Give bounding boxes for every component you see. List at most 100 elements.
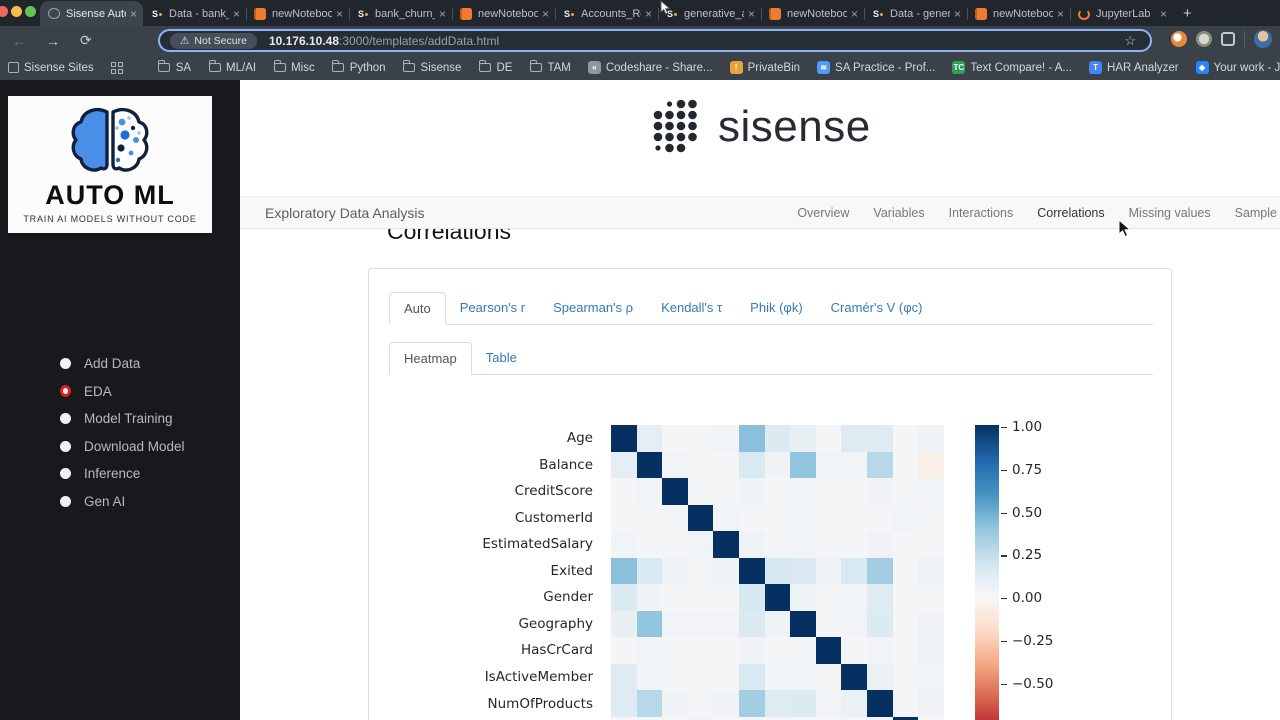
sidebar-item-label: EDA bbox=[84, 383, 112, 399]
new-tab-button[interactable]: + bbox=[1183, 5, 1192, 22]
bookmark-item[interactable]: « Codeshare - Share... bbox=[587, 61, 713, 74]
globe-favicon bbox=[48, 8, 60, 19]
browser-tab[interactable]: S Data - generat × bbox=[864, 2, 967, 26]
url-text[interactable]: 10.176.10.48:3000/templates/addData.html bbox=[269, 34, 499, 48]
browser-toolbar: ← → ⟳ ⚠ Not Secure 10.176.10.48:3000/tem… bbox=[0, 26, 1280, 55]
bookmark-item[interactable]: ML/AI bbox=[208, 60, 256, 74]
eda-navbar-brand[interactable]: Exploratory Data Analysis bbox=[265, 205, 425, 221]
forward-icon[interactable]: → bbox=[46, 33, 60, 49]
bookmark-item[interactable]: TAM bbox=[529, 60, 571, 74]
tab-heatmap[interactable]: Heatmap bbox=[389, 342, 472, 375]
tab-separator bbox=[246, 8, 247, 20]
browser-tab[interactable]: newNotebook × bbox=[967, 2, 1070, 26]
tab-auto[interactable]: Auto bbox=[389, 292, 446, 325]
sisense-favicon: S bbox=[563, 8, 575, 20]
bookmark-item[interactable] bbox=[111, 61, 124, 74]
profile-avatar[interactable] bbox=[1254, 30, 1272, 48]
bookmark-label: TAM bbox=[547, 61, 571, 74]
folder-icon bbox=[403, 60, 416, 74]
tab-close-icon[interactable]: × bbox=[233, 7, 240, 21]
back-icon[interactable]: ← bbox=[12, 33, 26, 49]
tab-close-icon[interactable]: × bbox=[645, 7, 652, 21]
folder-icon bbox=[208, 60, 221, 74]
address-bar[interactable]: ⚠ Not Secure 10.176.10.48:3000/templates… bbox=[158, 29, 1152, 52]
tab-spearman-s-[interactable]: Spearman's ρ bbox=[539, 292, 647, 325]
reload-icon[interactable]: ⟳ bbox=[80, 32, 92, 49]
browser-tab[interactable]: Sisense AutoM × bbox=[40, 1, 143, 26]
tab-kendall-s-[interactable]: Kendall's τ bbox=[647, 292, 736, 325]
bookmark-item[interactable]: Misc bbox=[273, 60, 315, 74]
tab-close-icon[interactable]: × bbox=[542, 7, 549, 21]
tab-close-icon[interactable]: × bbox=[748, 7, 755, 21]
sisense-favicon: S bbox=[357, 8, 369, 20]
browser-tab[interactable]: Sbank_churn_b × bbox=[349, 2, 452, 26]
tab-close-icon[interactable]: × bbox=[439, 7, 446, 21]
codeshare-icon: « bbox=[587, 61, 601, 74]
bookmark-item[interactable]: T HAR Analyzer bbox=[1089, 61, 1179, 74]
sidebar-item-label: Model Training bbox=[84, 411, 173, 427]
close-window-button[interactable] bbox=[0, 6, 8, 17]
nav-link-variables[interactable]: Variables bbox=[873, 206, 924, 220]
not-secure-label: Not Secure bbox=[194, 34, 247, 47]
browser-tab[interactable]: Sgenerative_ai × bbox=[658, 2, 761, 26]
har-icon: T bbox=[1089, 61, 1103, 74]
tab-pearson-s-r[interactable]: Pearson's r bbox=[446, 292, 539, 325]
nav-link-correlations[interactable]: Correlations bbox=[1037, 206, 1104, 220]
tab-label: Data - generat bbox=[890, 8, 950, 20]
nav-link-interactions[interactable]: Interactions bbox=[949, 206, 1014, 220]
sidebar-item-add-data[interactable]: Add Data bbox=[0, 350, 240, 378]
tab-separator bbox=[1070, 8, 1071, 20]
tab-table[interactable]: Table bbox=[472, 342, 531, 375]
tab-close-icon[interactable]: × bbox=[954, 7, 961, 21]
jira-icon: ◆ bbox=[1195, 61, 1209, 74]
toolbar-divider bbox=[1244, 31, 1245, 47]
folder-icon bbox=[332, 60, 345, 74]
not-secure-badge[interactable]: ⚠ Not Secure bbox=[170, 32, 257, 49]
extension-icon[interactable] bbox=[1171, 31, 1187, 47]
nav-link-overview[interactable]: Overview bbox=[797, 206, 849, 220]
bookmark-item[interactable]: Sisense Sites bbox=[8, 62, 94, 74]
tab-label: JupyterLab bbox=[1096, 8, 1151, 20]
bookmark-item[interactable]: Sisense bbox=[403, 60, 461, 74]
zoom-window-button[interactable] bbox=[25, 6, 36, 17]
sidebar-item-eda[interactable]: EDA bbox=[0, 378, 240, 406]
minimize-window-button[interactable] bbox=[11, 6, 22, 17]
bookmark-star-icon[interactable]: ☆ bbox=[1124, 33, 1136, 49]
browser-tab[interactable]: newNotebook × bbox=[246, 2, 349, 26]
tab-close-icon[interactable]: × bbox=[336, 7, 343, 21]
tab-phik-k-[interactable]: Phik (φk) bbox=[736, 292, 817, 325]
nav-link-missing-values[interactable]: Missing values bbox=[1129, 206, 1211, 220]
extensions-menu-icon[interactable] bbox=[1221, 32, 1235, 46]
browser-tab[interactable]: newNotebook × bbox=[761, 2, 864, 26]
bookmark-item[interactable]: Python bbox=[332, 60, 386, 74]
correlations-card: Auto Pearson's r Spearman's ρ Kendall's τ Ph… bbox=[368, 268, 1172, 720]
bookmark-item[interactable]: TC Text Compare! - A... bbox=[952, 61, 1072, 74]
sidebar-item-model-training[interactable]: Model Training bbox=[0, 405, 240, 433]
tab-close-icon[interactable]: × bbox=[1057, 7, 1064, 21]
tab-close-icon[interactable]: × bbox=[851, 7, 858, 21]
tab-label: newNotebook bbox=[272, 8, 332, 20]
browser-tab[interactable]: S Accounts_Re × bbox=[555, 2, 658, 26]
automl-sidebar: AUTO ML TRAIN AI MODELS WITHOUT CODE Add… bbox=[0, 80, 240, 720]
tab-cram-r-s-v-c-[interactable]: Cramér's V (φc) bbox=[817, 292, 937, 325]
browser-tab[interactable]: newNotebook × bbox=[452, 2, 555, 26]
browser-tab[interactable]: JupyterLab × bbox=[1070, 2, 1173, 26]
browser-tabs: Sisense AutoM×SData - bank_c× newNotebook… bbox=[40, 0, 1192, 26]
bookmark-item[interactable]: ! PrivateBin bbox=[729, 61, 800, 74]
sisense-favicon: S bbox=[872, 8, 884, 20]
bookmark-item[interactable]: DE bbox=[478, 60, 512, 74]
bookmark-label: Misc bbox=[291, 61, 315, 74]
bookmark-item[interactable]: SA bbox=[158, 60, 191, 74]
sidebar-item-gen-ai[interactable]: Gen AI bbox=[0, 488, 240, 516]
browser-tab[interactable]: S Data - bank_c × bbox=[143, 2, 246, 26]
sidebar-item-label: Gen AI bbox=[84, 493, 126, 509]
extension-icon[interactable] bbox=[1196, 31, 1212, 47]
sidebar-item-inference[interactable]: Inference bbox=[0, 460, 240, 488]
bookmark-item[interactable]: ◆ Your work - JIRA bbox=[1195, 61, 1280, 74]
nav-link-sample[interactable]: Sample bbox=[1235, 206, 1277, 220]
bookmark-label: HAR Analyzer bbox=[1107, 61, 1179, 74]
tab-close-icon[interactable]: × bbox=[130, 7, 137, 21]
sidebar-item-download-model[interactable]: Download Model bbox=[0, 433, 240, 461]
bookmark-item[interactable]: ≋ SA Practice - Prof... bbox=[817, 61, 935, 74]
tab-close-icon[interactable]: × bbox=[1160, 7, 1167, 21]
